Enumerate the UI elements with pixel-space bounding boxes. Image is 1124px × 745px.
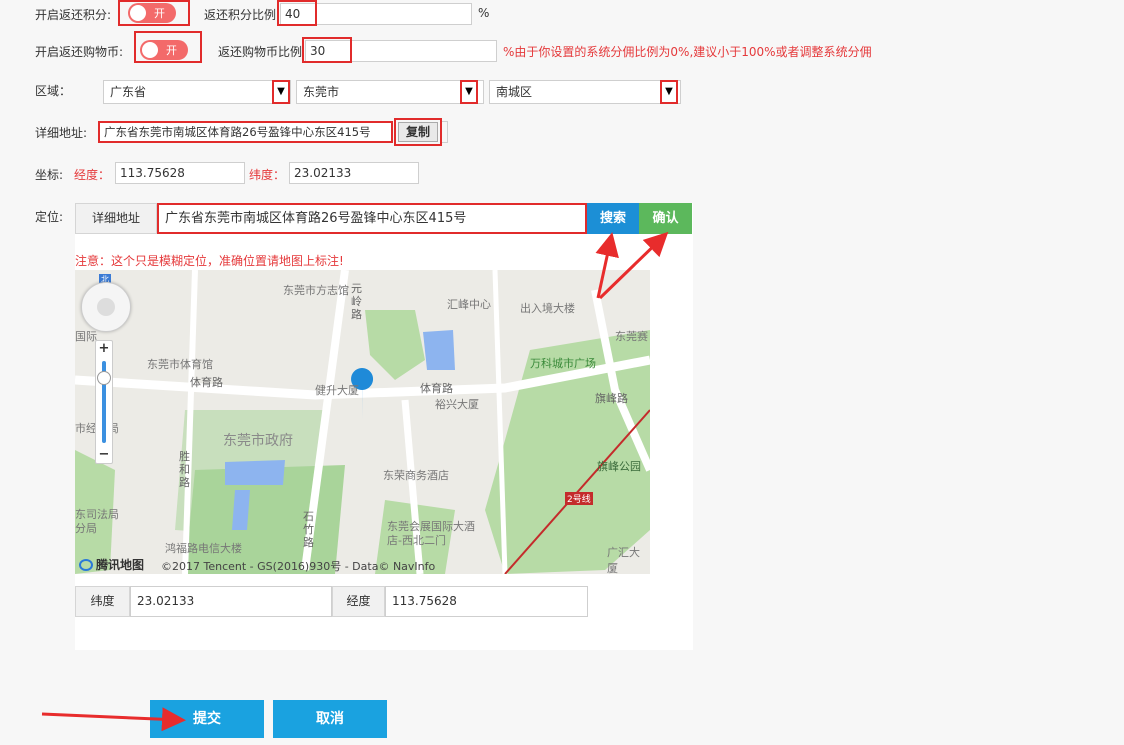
arrow-to-submit bbox=[41, 707, 186, 732]
annotation-arrows bbox=[41, 231, 669, 732]
